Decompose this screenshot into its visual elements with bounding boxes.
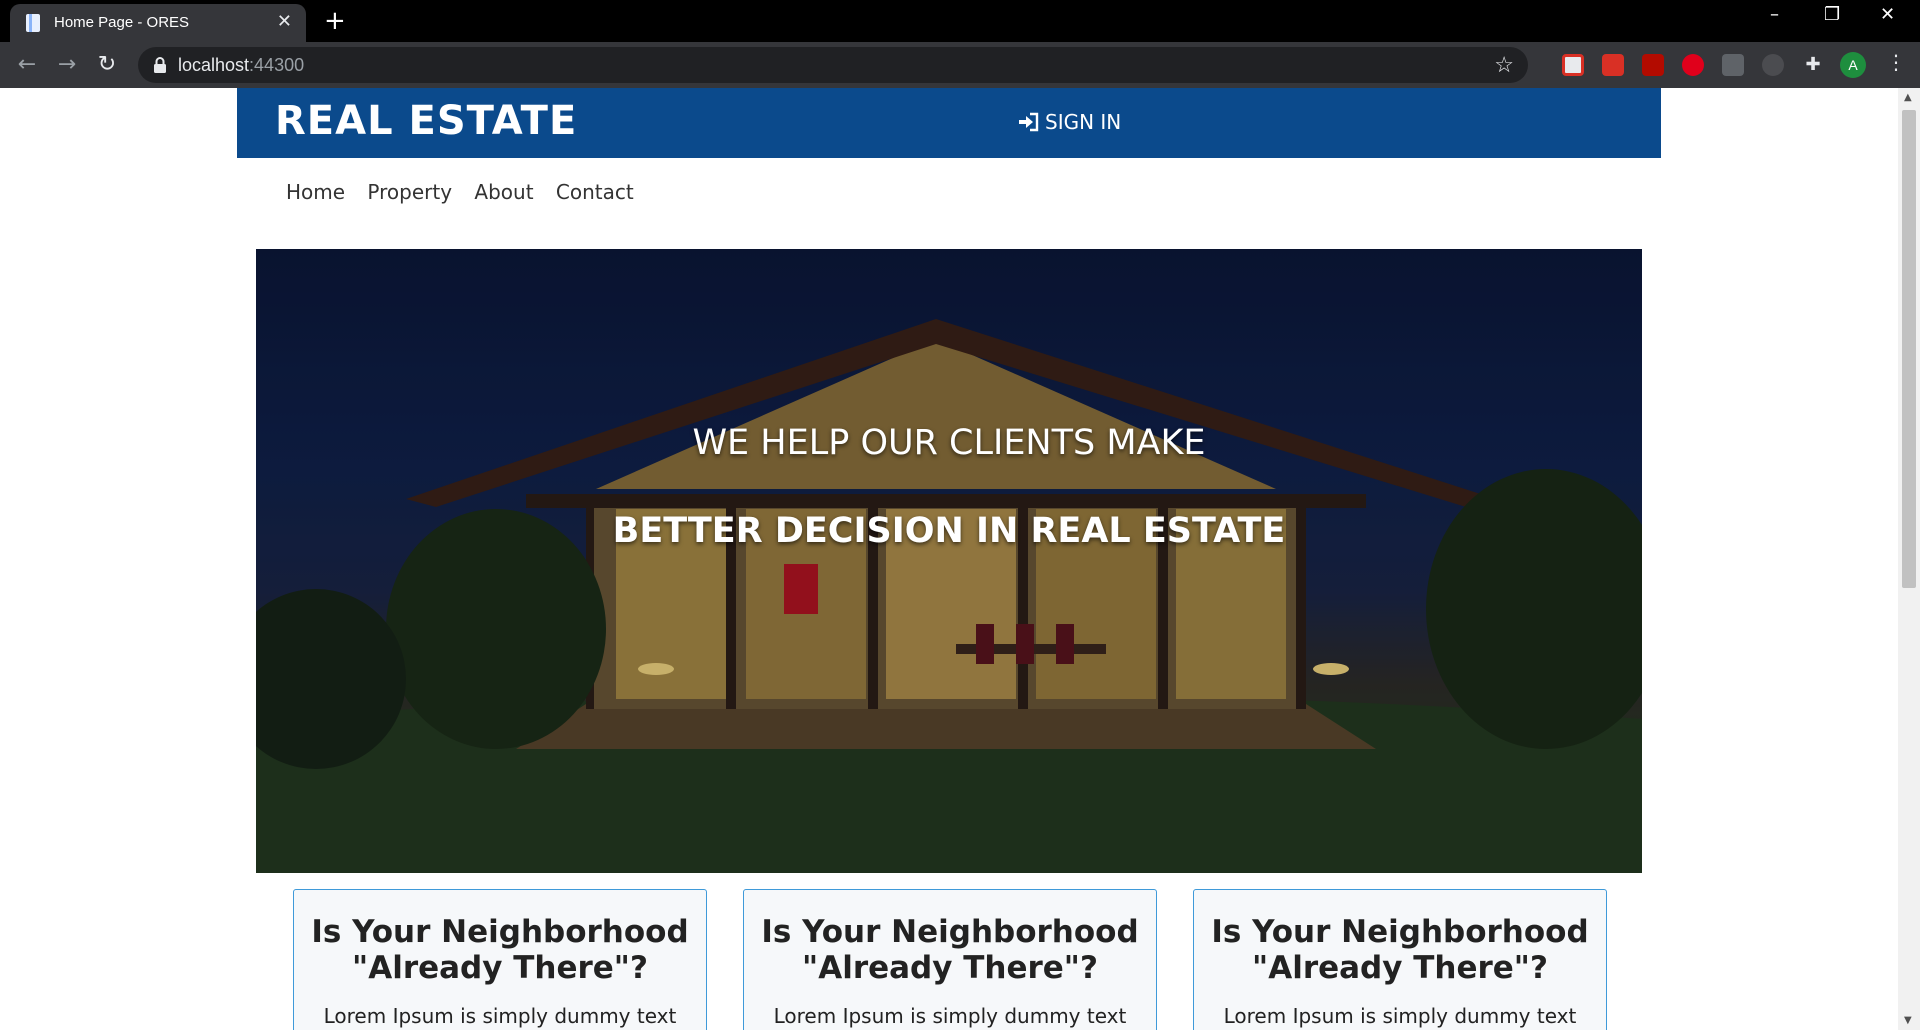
nav-contact[interactable]: Contact	[556, 180, 634, 204]
feature-card: Is Your Neighborhood "Already There"? Lor…	[743, 889, 1157, 1030]
reload-icon[interactable]: ↻	[92, 50, 122, 80]
card-title: Is Your Neighborhood "Already There"?	[294, 914, 706, 986]
nav-home[interactable]: Home	[286, 180, 345, 204]
pdf-extension-icon[interactable]	[1642, 54, 1664, 76]
browser-menu-icon[interactable]: ⋮	[1886, 50, 1906, 74]
card-title-line1: Is Your Neighborhood	[1211, 914, 1589, 950]
new-tab-icon[interactable]: +	[324, 6, 346, 36]
house-at-night-image	[256, 249, 1642, 873]
extension-icon[interactable]	[1602, 54, 1624, 76]
url-text: localhost:44300	[178, 55, 304, 76]
extension-icon[interactable]	[1682, 54, 1704, 76]
scroll-up-icon[interactable]: ▲	[1904, 92, 1912, 103]
extension-icon[interactable]	[1722, 54, 1744, 76]
hero-headline-1: WE HELP OUR CLIENTS MAKE	[692, 423, 1206, 463]
sign-in-label: SIGN IN	[1045, 110, 1122, 134]
tab-title: Home Page - ORES	[54, 14, 190, 31]
card-text: Lorem Ipsum is simply dummy text	[1223, 1004, 1577, 1028]
address-bar[interactable]: localhost:44300 ☆	[138, 47, 1528, 83]
hero-banner: WE HELP OUR CLIENTS MAKE BETTER DECISION…	[256, 249, 1642, 873]
page-viewport: REAL ESTATE SIGN IN Home Property About …	[0, 88, 1898, 1030]
site-brand[interactable]: REAL ESTATE	[275, 98, 577, 144]
forward-icon[interactable]: →	[52, 50, 82, 80]
card-title: Is Your Neighborhood "Already There"?	[744, 914, 1156, 986]
browser-tab[interactable]: Home Page - ORES ✕	[10, 4, 306, 42]
back-icon[interactable]: ←	[12, 50, 42, 80]
minimize-icon[interactable]: –	[1770, 4, 1779, 25]
card-title-line2: "Already There"?	[802, 950, 1098, 986]
feature-card: Is Your Neighborhood "Already There"? Lor…	[1193, 889, 1607, 1030]
lock-icon	[154, 57, 166, 73]
sign-in-icon	[1019, 112, 1039, 132]
nav-property[interactable]: Property	[367, 180, 452, 204]
url-port: :44300	[249, 55, 305, 75]
page-scrollbar[interactable]: ▲ ▼	[1898, 88, 1920, 1030]
profile-avatar[interactable]: A	[1840, 52, 1866, 78]
card-text: Lorem Ipsum is simply dummy text	[773, 1004, 1127, 1028]
sign-in-link[interactable]: SIGN IN	[1017, 110, 1121, 134]
card-title-line1: Is Your Neighborhood	[761, 914, 1139, 950]
page-favicon-icon	[26, 14, 40, 32]
nav-about[interactable]: About	[474, 180, 533, 204]
extension-icon[interactable]	[1762, 54, 1784, 76]
scrollbar-thumb[interactable]	[1902, 110, 1916, 588]
extension-icon[interactable]	[1562, 54, 1584, 76]
tab-close-icon[interactable]: ✕	[277, 11, 292, 32]
browser-toolbar: ← → ↻ localhost:44300 ☆ ✚ A ⋮	[0, 42, 1920, 88]
restore-icon[interactable]: ❐	[1824, 4, 1840, 25]
main-nav: Home Property About Contact	[286, 180, 650, 204]
card-text: Lorem Ipsum is simply dummy text	[323, 1004, 677, 1028]
extensions-puzzle-icon[interactable]: ✚	[1802, 54, 1824, 76]
bookmark-star-icon[interactable]: ☆	[1494, 52, 1514, 78]
tab-strip: Home Page - ORES ✕ + – ❐ ✕	[0, 0, 1920, 42]
card-title-line2: "Already There"?	[1252, 950, 1548, 986]
card-title-line1: Is Your Neighborhood	[311, 914, 689, 950]
site-header: REAL ESTATE SIGN IN	[237, 88, 1661, 158]
window-close-icon[interactable]: ✕	[1880, 4, 1895, 25]
scroll-down-icon[interactable]: ▼	[1904, 1015, 1912, 1026]
feature-card: Is Your Neighborhood "Already There"? Lor…	[293, 889, 707, 1030]
hero-headline-2: BETTER DECISION IN REAL ESTATE	[612, 511, 1286, 551]
url-host: localhost	[178, 55, 250, 75]
card-title: Is Your Neighborhood "Already There"?	[1194, 914, 1606, 986]
card-title-line2: "Already There"?	[352, 950, 648, 986]
